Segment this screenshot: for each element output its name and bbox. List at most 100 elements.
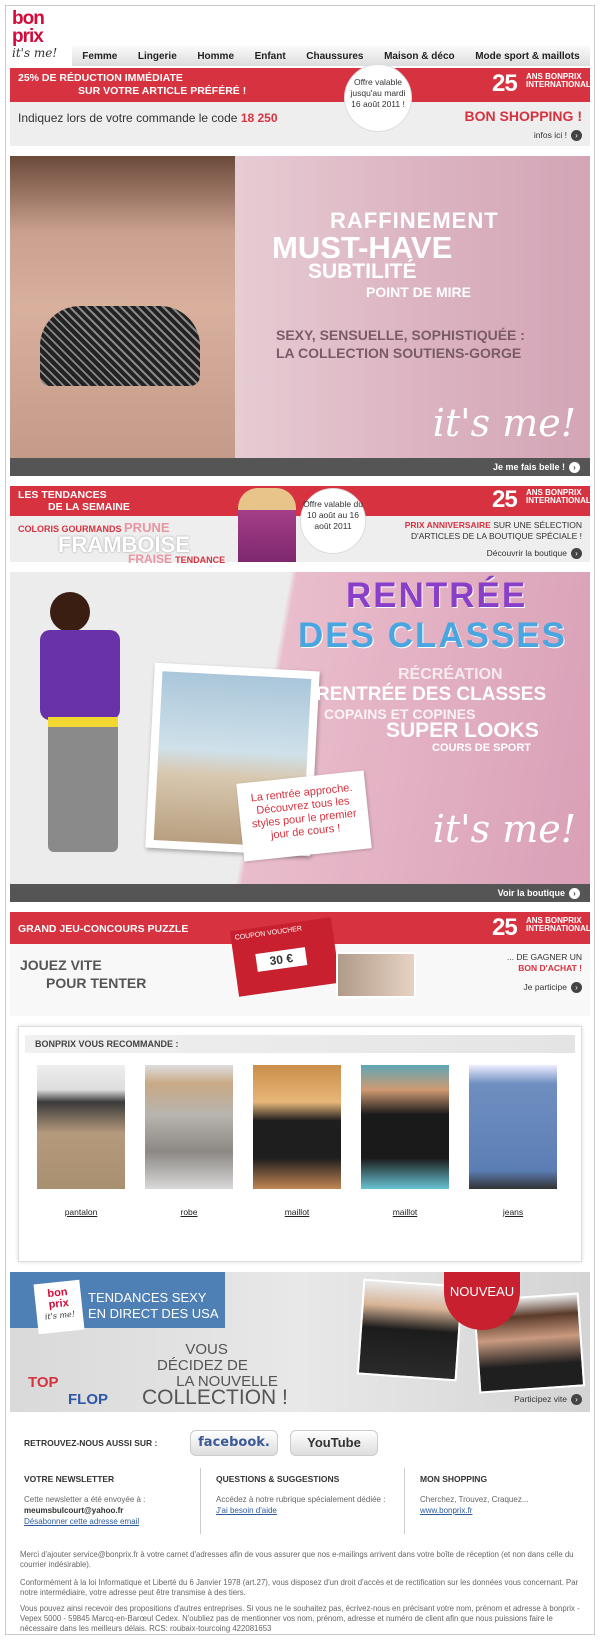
shopping-heading: MON SHOPPING — [420, 1474, 488, 1484]
lingerie-subtitle: SEXY, SENSUELLE, SOPHISTIQUÉE : LA COLLE… — [276, 326, 525, 362]
product-link[interactable]: jeans — [469, 1207, 557, 1217]
divider — [200, 1468, 201, 1534]
tendances-title: TENDANCES SEXY EN DIRECT DES USA — [88, 1290, 219, 1322]
lingerie-link-bar[interactable]: Je me fais belle ! › — [10, 458, 590, 476]
tendances-line2: EN DIRECT DES USA — [88, 1306, 219, 1321]
je-me-fais-belle-link[interactable]: Je me fais belle ! — [493, 462, 565, 472]
unsubscribe-link[interactable]: Désabonner cette adresse email — [24, 1517, 139, 1526]
rentree-link-bar[interactable]: Voir la boutique › — [10, 884, 590, 902]
product-image[interactable] — [253, 1065, 341, 1189]
nav-item-enfant[interactable]: Enfant — [255, 51, 286, 62]
promo-line1: 25% DE RÉDUCTION IMMÉDIATE — [18, 72, 183, 84]
arrow-right-icon: › — [569, 462, 580, 474]
logo-line2: prix — [12, 26, 44, 47]
code-label: Indiquez lors de votre commande le code — [18, 111, 238, 125]
legal-text-3: Vous pouvez ainsi recevoir des propositi… — [20, 1604, 580, 1633]
jouez-vite-text: JOUEZ VITE POUR TENTER — [20, 956, 146, 992]
bra-image — [40, 306, 200, 386]
anniversary-badge: 25 ANS BONPRIX INTERNATIONAL — [492, 70, 591, 98]
divider — [404, 1468, 405, 1534]
rentree-banner[interactable]: RENTRÉE DES CLASSES RÉCRÉATION RENTRÉE D… — [10, 572, 590, 902]
word-point-de-mire: POINT DE MIRE — [366, 284, 472, 300]
product-link[interactable]: pantalon — [37, 1207, 125, 1217]
jouez-line2: POUR TENTER — [46, 975, 147, 991]
bonprix-logo[interactable]: bon prix it's me! — [12, 9, 70, 68]
voucher-image: COUPON VOUCHER 30 € — [229, 917, 341, 997]
badge-text: ANS BONPRIX INTERNATIONAL — [526, 72, 591, 89]
prix-text2: D'ARTICLES DE LA BOUTIQUE SPÉCIALE ! — [410, 531, 582, 541]
bonprix-logo-small: bon prix it's me! — [33, 1279, 85, 1335]
product-link[interactable]: robe — [145, 1207, 233, 1217]
subscriber-email: meumsbulcourt@yahoo.fr — [24, 1506, 124, 1515]
badge-text: ANS BONPRIX INTERNATIONAL — [526, 488, 591, 505]
nav-item-homme[interactable]: Homme — [197, 51, 234, 62]
cours-de-sport-word: COURS DE SPORT — [432, 742, 532, 754]
rentree-note: La rentrée approche. Découvrez tous les … — [236, 770, 372, 862]
social-label: RETROUVEZ-NOUS AUSSI SUR : — [24, 1438, 158, 1448]
word-subtilite: SUBTILITÉ — [308, 260, 417, 283]
arrow-right-icon: › — [571, 130, 582, 142]
subtitle-line1: SEXY, SENSUELLE, SOPHISTIQUÉE : — [276, 327, 525, 343]
anniversary-badge: 25 ANS BONPRIX INTERNATIONAL — [492, 914, 591, 942]
product-image[interactable] — [145, 1065, 233, 1189]
footer-columns: VOTRE NEWSLETTER Cette newsletter a été … — [10, 1468, 590, 1542]
facebook-button[interactable]: facebook. — [190, 1430, 278, 1456]
bonprix-site-link[interactable]: www.bonprix.fr — [420, 1506, 472, 1515]
product-image[interactable] — [469, 1065, 557, 1189]
vous-line1: VOUS — [185, 1341, 228, 1358]
voir-la-boutique-link[interactable]: Voir la boutique — [498, 888, 565, 898]
des-classes-letters: DES CLASSES — [298, 616, 567, 655]
product-link[interactable]: maillot — [253, 1207, 341, 1217]
reco-title: BONPRIX VOUS RECOMMANDE : — [25, 1035, 575, 1053]
product-card[interactable]: jeans — [469, 1065, 557, 1217]
product-card[interactable]: maillot — [361, 1065, 449, 1217]
participez-link[interactable]: Participez vite › — [514, 1394, 582, 1406]
trends-header: LES TENDANCES DE LA SEMAINE 25 ANS BONPR… — [10, 486, 591, 516]
promo-code-text: Indiquez lors de votre commande le code … — [18, 111, 278, 125]
promo-line2: SUR VOTRE ARTICLE PRÉFÉRÉ ! — [78, 85, 247, 97]
promo-banner[interactable]: 25% DE RÉDUCTION IMMÉDIATE SUR VOTRE ART… — [10, 68, 591, 102]
promo-headline: 25% DE RÉDUCTION IMMÉDIATE SUR VOTRE ART… — [18, 72, 246, 98]
trends-title-line2: DE LA SEMAINE — [48, 501, 130, 513]
questions-heading: QUESTIONS & SUGGESTIONS — [216, 1474, 340, 1484]
je-participe-link[interactable]: Je participe › — [524, 982, 582, 994]
arrow-right-icon: › — [571, 548, 582, 560]
product-image[interactable] — [37, 1065, 125, 1189]
lingerie-banner[interactable]: RAFFINEMENT MUST-HAVE SUBTILITÉ POINT DE… — [10, 156, 590, 476]
decouvrir-link[interactable]: Découvrir la boutique › — [487, 548, 582, 560]
youtube-button[interactable]: YouTube — [290, 1430, 378, 1456]
vous-decidez-text: VOUS DÉCIDEZ DE LA NOUVELLE COLLECTION ! — [142, 1341, 288, 1409]
product-card[interactable]: robe — [145, 1065, 233, 1217]
product-card[interactable]: pantalon — [37, 1065, 125, 1217]
badge-number: 25 — [492, 914, 518, 941]
nav-item-maison-deco[interactable]: Maison & déco — [384, 51, 455, 62]
newsletter: bon prix it's me! Femme Lingerie Homme E… — [5, 5, 595, 1635]
shopping-text: Cherchez, Trouvez, Craquez... www.bonpri… — [420, 1494, 595, 1516]
fraise-line: FRAISE TENDANCE — [128, 552, 225, 566]
contest-title: GRAND JEU-CONCOURS PUZZLE — [18, 923, 189, 935]
trend-model-image — [238, 488, 296, 562]
product-image[interactable] — [361, 1065, 449, 1189]
main-nav: Femme Lingerie Homme Enfant Chaussures M… — [72, 46, 590, 66]
nav-item-femme[interactable]: Femme — [82, 51, 117, 62]
participez-label: Participez vite — [514, 1394, 567, 1404]
arrow-right-icon: › — [571, 982, 582, 994]
trends-title: LES TENDANCES DE LA SEMAINE — [18, 489, 130, 513]
jouez-line1: JOUEZ VITE — [20, 957, 102, 973]
rentree-title: RENTRÉE — [346, 576, 527, 616]
nav-item-lingerie[interactable]: Lingerie — [138, 51, 177, 62]
nav-item-chaussures[interactable]: Chaussures — [306, 51, 363, 62]
infos-link[interactable]: infos ici ! › — [533, 130, 582, 142]
nav-item-mode-sport[interactable]: Mode sport & maillots — [475, 51, 579, 62]
tendances-line1: TENDANCES SEXY — [88, 1290, 207, 1305]
infos-label: infos ici ! — [533, 130, 567, 140]
arrow-right-icon: › — [569, 888, 580, 900]
help-link[interactable]: J'ai besoin d'aide — [216, 1506, 277, 1515]
recommendations-panel: BONPRIX VOUS RECOMMANDE : pantalon robe … — [18, 1026, 582, 1262]
top-label: TOP — [28, 1374, 59, 1391]
promo-code-panel[interactable]: Indiquez lors de votre commande le code … — [10, 102, 590, 146]
des-classes-title: DES CLASSES — [298, 616, 567, 656]
product-link[interactable]: maillot — [361, 1207, 449, 1217]
shopping-column: MON SHOPPING Cherchez, Trouvez, Craquez.… — [410, 1468, 595, 1538]
product-card[interactable]: maillot — [253, 1065, 341, 1217]
